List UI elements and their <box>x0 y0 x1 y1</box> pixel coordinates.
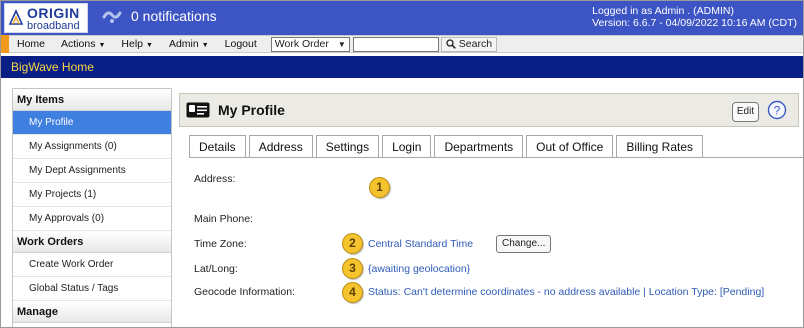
tab-divider <box>189 157 803 158</box>
menu-actions[interactable]: Actions ▼ <box>53 38 113 50</box>
sidebar-section-work-orders: Work Orders <box>13 231 171 253</box>
dropdown-caret-icon: ▼ <box>98 42 106 49</box>
tab-out-of-office[interactable]: Out of Office <box>526 135 614 158</box>
app-window: ORIGIN broadband 0 notifications Logged … <box>0 0 804 328</box>
sidebar-item-my-projects[interactable]: My Projects (1) <box>13 183 171 207</box>
callout-4: 4 <box>342 282 363 303</box>
sidebar: My Items My Profile My Assignments (0) M… <box>12 88 172 327</box>
profile-tabs: Details Address Settings Login Departmen… <box>189 135 706 158</box>
menu-help[interactable]: Help ▼ <box>113 38 161 50</box>
logo-text-bottom: broadband <box>27 20 80 32</box>
help-icon[interactable]: ? <box>767 100 787 120</box>
logo-text-top: ORIGIN <box>27 5 80 21</box>
dropdown-caret-icon: ▼ <box>201 42 209 49</box>
tab-settings[interactable]: Settings <box>315 135 380 158</box>
menu-bar: Home Actions ▼ Help ▼ Admin ▼ Logout Work O… <box>1 35 803 53</box>
sidebar-section-my-items: My Items <box>13 89 171 111</box>
search-button[interactable]: Search <box>440 36 498 52</box>
sidebar-item-my-dept-assignments[interactable]: My Dept Assignments <box>13 159 171 183</box>
menu-accent <box>1 35 9 53</box>
tab-details[interactable]: Details <box>189 135 246 158</box>
origin-logo-icon <box>8 9 24 25</box>
notifications-text: 0 notifications <box>131 8 217 24</box>
menu-admin[interactable]: Admin ▼ <box>161 38 217 50</box>
user-info: Logged in as Admin . (ADMIN) Version: 6.… <box>592 5 797 29</box>
edit-button[interactable]: Edit <box>732 102 759 122</box>
tab-departments[interactable]: Departments <box>434 135 524 158</box>
profile-header: My Profile Edit ? <box>179 93 799 127</box>
latlong-label: Lat/Long: <box>194 263 238 275</box>
svg-text:?: ? <box>774 104 781 118</box>
geocode-value: Status: Can't determine coordinates - no… <box>368 286 765 298</box>
tab-login[interactable]: Login <box>382 135 432 158</box>
geocode-label: Geocode Information: <box>194 286 295 298</box>
search-icon <box>446 39 456 49</box>
notification-icon <box>102 11 122 23</box>
sidebar-item-my-approvals[interactable]: My Approvals (0) <box>13 207 171 231</box>
section-title: BigWave Home <box>1 56 803 78</box>
tab-billing-rates[interactable]: Billing Rates <box>616 135 704 158</box>
sidebar-item-global-status-tags[interactable]: Global Status / Tags <box>13 277 171 301</box>
time-zone-label: Time Zone: <box>194 238 247 250</box>
latlong-value: {awaiting geolocation} <box>368 263 471 275</box>
menu-logout[interactable]: Logout <box>217 38 265 50</box>
address-label: Address: <box>194 173 236 185</box>
version-text: Version: 6.6.7 - 04/09/2022 10:16 AM (CD… <box>592 17 797 29</box>
search-input[interactable] <box>352 36 439 52</box>
time-zone-value: Central Standard Time <box>368 238 474 250</box>
dropdown-caret-icon: ▼ <box>146 42 153 49</box>
top-bar: ORIGIN broadband 0 notifications Logged … <box>1 1 803 35</box>
callout-3: 3 <box>342 258 363 279</box>
callout-2: 2 <box>342 233 363 254</box>
search-type-select[interactable]: Work Order ▼ <box>270 36 350 52</box>
sidebar-section-manage: Manage <box>13 301 171 323</box>
origin-logo[interactable]: ORIGIN broadband <box>4 3 88 33</box>
main-phone-label: Main Phone: <box>194 213 253 225</box>
chevron-down-icon: ▼ <box>337 39 346 49</box>
notifications[interactable]: 0 notifications <box>101 7 217 25</box>
logged-in-text: Logged in as Admin . (ADMIN) <box>592 5 734 17</box>
callout-1: 1 <box>369 177 390 198</box>
page-title: My Profile <box>218 102 285 118</box>
sidebar-item-create-work-order[interactable]: Create Work Order <box>13 253 171 277</box>
change-time-zone-button[interactable]: Change... <box>496 235 552 253</box>
tab-address[interactable]: Address <box>248 135 313 158</box>
sidebar-item-my-assignments[interactable]: My Assignments (0) <box>13 135 171 159</box>
sidebar-item-my-profile[interactable]: My Profile <box>13 111 171 135</box>
id-card-icon <box>186 102 210 118</box>
menu-home[interactable]: Home <box>9 38 53 50</box>
